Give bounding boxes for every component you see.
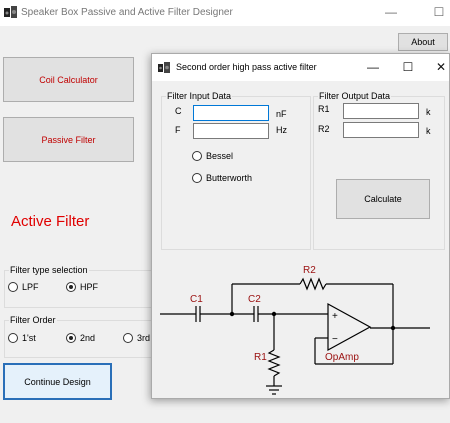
coil-calculator-button[interactable]: Coil Calculator — [3, 57, 134, 102]
dialog-maximize-button[interactable]: ☐ — [400, 60, 416, 74]
field-r1-label: R1 — [318, 104, 330, 114]
schematic-c2-label: C2 — [248, 294, 261, 305]
radio-hpf-label: HPF — [80, 282, 98, 292]
field-c-unit: nF — [276, 109, 287, 119]
main-window-title: Speaker Box Passive and Active Filter De… — [21, 7, 233, 18]
filter-dialog: Second order high pass active filter — ☐… — [151, 53, 450, 399]
radio-circle[interactable] — [8, 282, 18, 292]
field-r2-unit: k — [426, 126, 431, 136]
dialog-close-button[interactable]: ✕ — [433, 60, 449, 74]
r1-output[interactable] — [343, 103, 419, 119]
radio-bessel[interactable]: Bessel — [192, 151, 233, 161]
radio-order-1st-label: 1'st — [22, 333, 36, 343]
dialog-title: Second order high pass active filter — [176, 62, 317, 72]
r2-output[interactable] — [343, 122, 419, 138]
about-button[interactable]: About — [398, 33, 448, 51]
junction-dot — [229, 311, 235, 317]
radio-butterworth-label: Butterworth — [206, 173, 253, 183]
radio-circle[interactable] — [192, 151, 202, 161]
passive-filter-button[interactable]: Passive Filter — [3, 117, 134, 162]
opamp-plus-label: + — [332, 311, 338, 322]
field-r2-label: R2 — [318, 124, 330, 134]
filter-order-label: Filter Order — [9, 315, 57, 325]
main-menubar — [0, 26, 450, 52]
radio-hpf[interactable]: HPF — [66, 282, 98, 292]
field-r1-unit: k — [426, 107, 431, 117]
frequency-input[interactable] — [193, 123, 269, 139]
filter-schematic: C1 C2 R2 R1 + − OpAmp — [160, 265, 430, 395]
radio-order-3rd-label: 3rd — [137, 333, 151, 343]
maximize-button[interactable]: ☐ — [430, 4, 448, 20]
filter-type-label: Filter type selection — [9, 265, 89, 275]
radio-butterworth[interactable]: Butterworth — [192, 173, 252, 183]
field-c-label: C — [175, 106, 182, 116]
field-f-label: F — [175, 125, 181, 135]
radio-order-2nd[interactable]: 2nd — [66, 333, 95, 343]
filter-input-label: Filter Input Data — [166, 91, 233, 101]
field-f-unit: Hz — [276, 125, 287, 135]
opamp-minus-label: − — [332, 334, 338, 345]
app-speaker-icon — [4, 6, 17, 18]
radio-order-2nd-label: 2nd — [80, 333, 96, 343]
radio-order-1st[interactable]: 1'st — [8, 333, 36, 343]
opamp-label: OpAmp — [325, 352, 359, 363]
active-filter-heading: Active Filter — [11, 213, 90, 230]
radio-circle-checked[interactable] — [66, 333, 76, 343]
filter-output-group — [313, 96, 445, 250]
dialog-minimize-button[interactable]: — — [365, 60, 381, 74]
filter-output-label: Filter Output Data — [318, 91, 392, 101]
radio-lpf-label: LPF — [22, 282, 39, 292]
minimize-button[interactable]: — — [382, 4, 400, 20]
radio-circle[interactable] — [192, 173, 202, 183]
junction-dot — [390, 325, 396, 331]
schematic-c1-label: C1 — [190, 294, 203, 305]
junction-dot — [271, 311, 277, 317]
dialog-speaker-icon — [158, 62, 170, 73]
main-titlebar: Speaker Box Passive and Active Filter De… — [0, 0, 450, 26]
capacitance-input[interactable] — [193, 105, 269, 121]
radio-order-3rd[interactable]: 3rd — [123, 333, 150, 343]
radio-circle[interactable] — [8, 333, 18, 343]
schematic-r2-label: R2 — [303, 265, 316, 276]
radio-circle[interactable] — [123, 333, 133, 343]
continue-design-button[interactable]: Continue Design — [3, 363, 112, 400]
radio-lpf[interactable]: LPF — [8, 282, 39, 292]
radio-circle-checked[interactable] — [66, 282, 76, 292]
calculate-button[interactable]: Calculate — [336, 179, 430, 219]
dialog-titlebar: Second order high pass active filter — ☐… — [152, 54, 449, 81]
radio-bessel-label: Bessel — [206, 151, 234, 161]
schematic-r1-label: R1 — [254, 352, 267, 363]
